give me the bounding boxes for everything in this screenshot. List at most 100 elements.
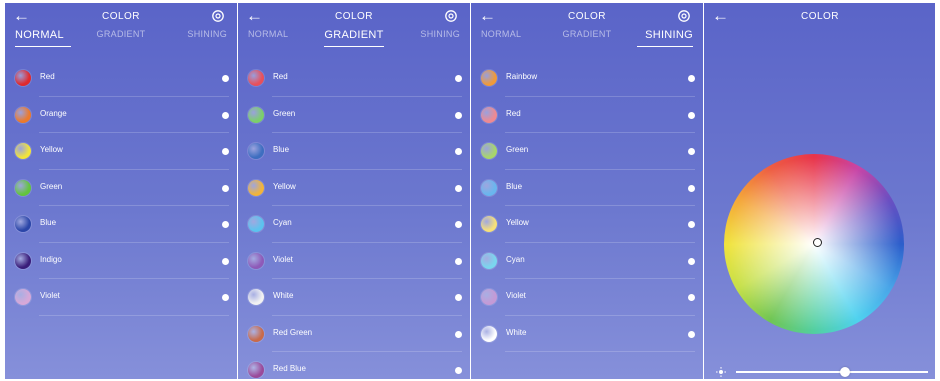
color-option-row[interactable]: Red Green — [238, 316, 470, 353]
color-swatch-icon — [248, 179, 264, 196]
color-option-label: Indigo — [40, 254, 62, 264]
selection-dot[interactable] — [455, 257, 462, 265]
selection-dot[interactable] — [455, 221, 462, 228]
color-swatch-icon — [481, 70, 497, 86]
tab-gradient[interactable]: GRADIENT — [559, 29, 615, 47]
tab-normal[interactable]: NORMAL — [248, 29, 304, 47]
color-option-row[interactable]: Violet — [238, 243, 470, 280]
color-swatch-icon — [248, 252, 264, 269]
settings-icon[interactable] — [444, 9, 458, 23]
selection-dot[interactable] — [455, 330, 462, 338]
color-swatch-icon — [481, 106, 497, 123]
tab-gradient[interactable]: GRADIENT — [324, 29, 384, 47]
tab-bar: NORMAL GRADIENT SHINING — [471, 29, 703, 47]
color-option-label: Yellow — [506, 218, 529, 227]
selection-dot[interactable] — [688, 184, 695, 192]
selection-dot[interactable] — [688, 111, 695, 119]
color-option-label: Blue — [273, 145, 290, 154]
selection-dot[interactable] — [222, 111, 229, 119]
color-option-label: Cyan — [506, 254, 525, 264]
selection-dot[interactable] — [455, 148, 462, 155]
color-swatch-icon — [481, 179, 497, 196]
selection-dot[interactable] — [688, 221, 695, 228]
color-option-row[interactable]: Red — [471, 97, 703, 134]
color-option-row[interactable]: Yellow — [5, 133, 237, 170]
selection-dot[interactable] — [455, 367, 462, 374]
settings-icon[interactable] — [677, 9, 691, 23]
top-bar: ← COLOR NORMAL GRADIENT SHINING — [471, 3, 703, 47]
color-option-row[interactable]: Blue — [5, 206, 237, 243]
tab-shining[interactable]: SHINING — [171, 29, 227, 47]
selection-dot[interactable] — [222, 294, 229, 301]
color-picker-handle[interactable] — [813, 238, 822, 247]
color-option-label: Red — [273, 72, 288, 81]
color-option-row[interactable]: Yellow — [238, 170, 470, 207]
selection-dot[interactable] — [688, 294, 695, 301]
color-option-row[interactable]: Green — [238, 97, 470, 134]
screens-strip: ← COLOR NORMAL GRADIENT SHINING Red Orang… — [5, 3, 935, 379]
color-option-row[interactable]: Orange — [5, 97, 237, 134]
selection-dot[interactable] — [688, 75, 695, 82]
brightness-control — [716, 367, 928, 377]
brightness-slider-thumb[interactable] — [840, 367, 851, 377]
tab-shining[interactable]: SHINING — [404, 29, 460, 47]
tab-gradient[interactable]: GRADIENT — [93, 29, 149, 47]
color-option-row[interactable]: Blue — [238, 133, 470, 170]
color-swatch-icon — [15, 289, 31, 305]
color-list: Rainbow Red Green Blue Yellow Cyan Violet White — [471, 60, 703, 352]
color-option-row[interactable]: Red — [238, 60, 470, 97]
color-option-row[interactable]: Yellow — [471, 206, 703, 243]
selection-dot[interactable] — [222, 221, 229, 228]
color-option-label: Red — [506, 108, 521, 118]
color-option-row[interactable]: Blue — [471, 170, 703, 207]
selection-dot[interactable] — [222, 184, 229, 192]
selection-dot[interactable] — [688, 148, 695, 155]
tab-normal[interactable]: NORMAL — [481, 29, 537, 47]
color-option-row[interactable]: Indigo — [5, 243, 237, 280]
color-option-label: White — [273, 291, 294, 300]
selection-dot[interactable] — [222, 257, 229, 265]
selection-dot[interactable] — [688, 330, 695, 338]
selection-dot[interactable] — [222, 148, 229, 155]
color-option-label: Violet — [273, 254, 293, 264]
selection-dot[interactable] — [455, 75, 462, 82]
color-option-label: Violet — [506, 291, 526, 300]
selection-dot[interactable] — [688, 257, 695, 265]
brightness-icon — [716, 367, 726, 377]
color-option-row[interactable]: Cyan — [471, 243, 703, 280]
brightness-slider[interactable] — [736, 367, 928, 377]
selection-dot[interactable] — [455, 111, 462, 119]
color-option-label: Red Green — [273, 327, 313, 337]
tab-shining[interactable]: SHINING — [637, 29, 693, 47]
tab-bar: NORMAL GRADIENT SHINING — [5, 29, 237, 47]
color-option-row[interactable]: Violet — [5, 279, 237, 316]
color-wheel-panel: ← COLOR — [704, 3, 935, 379]
tab-normal[interactable]: NORMAL — [15, 29, 71, 47]
color-swatch-icon — [15, 70, 31, 86]
color-option-label: Cyan — [273, 218, 292, 227]
selection-dot[interactable] — [455, 184, 462, 192]
color-swatch-icon — [248, 106, 264, 123]
color-option-row[interactable]: Red — [5, 60, 237, 97]
color-wheel[interactable] — [724, 154, 904, 334]
top-bar: ← COLOR NORMAL GRADIENT SHINING — [238, 3, 470, 47]
color-option-label: Yellow — [273, 181, 296, 191]
color-option-label: Yellow — [40, 145, 63, 154]
color-swatch-icon — [15, 143, 31, 159]
color-panel-normal: ← COLOR NORMAL GRADIENT SHINING Red Orang… — [5, 3, 237, 379]
color-option-row[interactable]: Violet — [471, 279, 703, 316]
color-option-row[interactable]: White — [471, 316, 703, 353]
color-option-row[interactable]: Green — [471, 133, 703, 170]
color-option-row[interactable]: Rainbow — [471, 60, 703, 97]
color-option-row[interactable]: Cyan — [238, 206, 470, 243]
selection-dot[interactable] — [222, 75, 229, 82]
color-option-row[interactable]: White — [238, 279, 470, 316]
color-option-label: Red Blue — [273, 364, 306, 373]
color-option-row[interactable]: Green — [5, 170, 237, 207]
settings-icon[interactable] — [211, 9, 225, 23]
color-option-row[interactable]: Red Blue — [238, 352, 470, 379]
selection-dot[interactable] — [455, 294, 462, 301]
color-swatch-icon — [15, 252, 31, 269]
color-swatch-icon — [15, 106, 31, 123]
color-option-label: White — [506, 327, 527, 337]
